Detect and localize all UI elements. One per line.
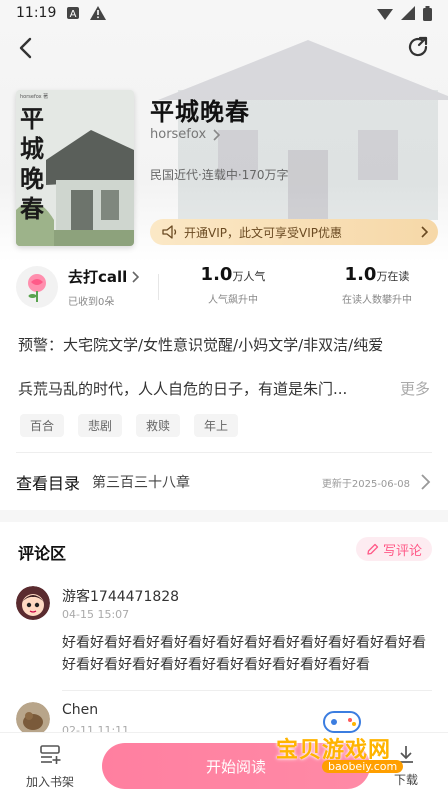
- svg-text:A: A: [70, 9, 77, 20]
- content-warning: 预警：大宅院文学/女性意识觉醒/小妈文学/非双洁/纯爱: [18, 336, 384, 354]
- write-comment-button[interactable]: 写评论: [355, 537, 432, 561]
- bookshelf-icon: [40, 745, 61, 764]
- status-time: 11:19: [16, 5, 57, 21]
- update-date: 更新于2025-06-08: [321, 478, 410, 490]
- call-label: 去打call: [68, 268, 128, 286]
- site-watermark: 宝贝游戏网 baobeiy.com: [268, 704, 444, 780]
- more-link[interactable]: 更多: [400, 378, 430, 399]
- watermark-url: baobeiy.com: [322, 760, 404, 773]
- readers-unit: 万在读: [376, 270, 410, 283]
- photo-avatar: [16, 702, 50, 736]
- readers-number: 1.0: [344, 264, 377, 285]
- comment-item: 游客1744471828 04-15 15:07 好看好看好看好看好看好看好看好…: [16, 586, 432, 686]
- add-to-shelf-label: 加入书架: [25, 775, 74, 789]
- book-intro[interactable]: 兵荒马乱的时代，人人自危的日子，有道是朱门... 更多: [18, 378, 430, 399]
- write-comment-label: 写评论: [382, 543, 422, 559]
- section-separator: [0, 510, 448, 522]
- user-avatar[interactable]: [16, 702, 50, 736]
- wifi-icon: [377, 9, 393, 20]
- cartoon-avatar: [16, 586, 50, 620]
- cover-author: horsefox 著: [20, 93, 48, 100]
- intro-text: 兵荒马乱的时代，人人自危的日子，有道是朱门...: [18, 380, 348, 398]
- speaker-icon: [162, 225, 177, 239]
- tag[interactable]: 悲剧: [78, 414, 123, 437]
- chevron-right-icon: [421, 226, 428, 238]
- back-arrow-icon[interactable]: [12, 34, 40, 62]
- signal-icon: [401, 6, 415, 20]
- battery-icon: [423, 5, 432, 21]
- comment-author: 游客1744471828: [62, 589, 180, 605]
- pencil-icon: [367, 543, 379, 555]
- author-name: horsefox: [150, 127, 207, 142]
- comment-time: 04-15 15:07: [62, 608, 130, 621]
- readers-stat: 1.0万在读 在读人数攀升中: [330, 264, 424, 306]
- divider: [158, 274, 159, 300]
- author-link[interactable]: horsefox: [150, 127, 221, 142]
- tag[interactable]: 年上: [194, 414, 239, 437]
- readers-desc: 在读人数攀升中: [342, 295, 412, 306]
- status-bar: 11:19 A: [0, 0, 448, 26]
- popularity-desc: 人气飙升中: [208, 295, 258, 306]
- popularity-stat: 1.0万人气 人气飙升中: [190, 264, 276, 306]
- flower-avatar: [16, 266, 58, 308]
- start-reading-label: 开始阅读: [205, 757, 266, 776]
- comment-author: Chen: [62, 702, 99, 718]
- vip-promo-text: 开通VIP，此文可享受VIP优惠: [184, 225, 342, 240]
- popularity-unit: 万人气: [232, 270, 266, 283]
- divider: [62, 690, 432, 691]
- popularity-number: 1.0: [200, 264, 233, 285]
- flowers-received: 已收到0朵: [68, 297, 115, 308]
- book-title: 平城晚春: [150, 98, 250, 126]
- comments-title: 评论区: [18, 544, 67, 563]
- cover-title: 平城晚春: [20, 104, 44, 223]
- notification-a-icon: A: [67, 7, 80, 20]
- chevron-right-icon: [421, 474, 431, 490]
- book-meta: 民国近代·连载中·170万字: [150, 168, 289, 182]
- book-cover[interactable]: horsefox 著 平城晚春: [16, 90, 134, 246]
- latest-chapter: 第三百三十八章: [92, 475, 191, 491]
- tag[interactable]: 救赎: [136, 414, 181, 437]
- chevron-right-icon: [213, 128, 221, 141]
- comment-body: 好看好看好看好看好看好看好看好看好看好看好看好看好看好看好看好看好看好看好看好看…: [62, 635, 426, 673]
- add-to-shelf-button[interactable]: 加入书架: [20, 743, 80, 790]
- tag[interactable]: 百合: [20, 414, 65, 437]
- warning-icon: [90, 6, 107, 20]
- table-of-contents-row[interactable]: 查看目录 第三百三十八章 更新于2025-06-08: [16, 470, 432, 494]
- share-icon[interactable]: [406, 34, 432, 60]
- rose-icon: [28, 274, 46, 302]
- divider: [16, 452, 432, 453]
- call-fan-block[interactable]: 去打call 已收到0朵: [16, 266, 140, 308]
- toc-label: 查看目录: [16, 474, 81, 493]
- vip-promo-banner[interactable]: 开通VIP，此文可享受VIP优惠: [150, 219, 438, 245]
- chevron-right-icon: [132, 270, 140, 283]
- tag-list: 百合 悲剧 救赎 年上: [20, 414, 239, 437]
- user-avatar[interactable]: [16, 586, 50, 620]
